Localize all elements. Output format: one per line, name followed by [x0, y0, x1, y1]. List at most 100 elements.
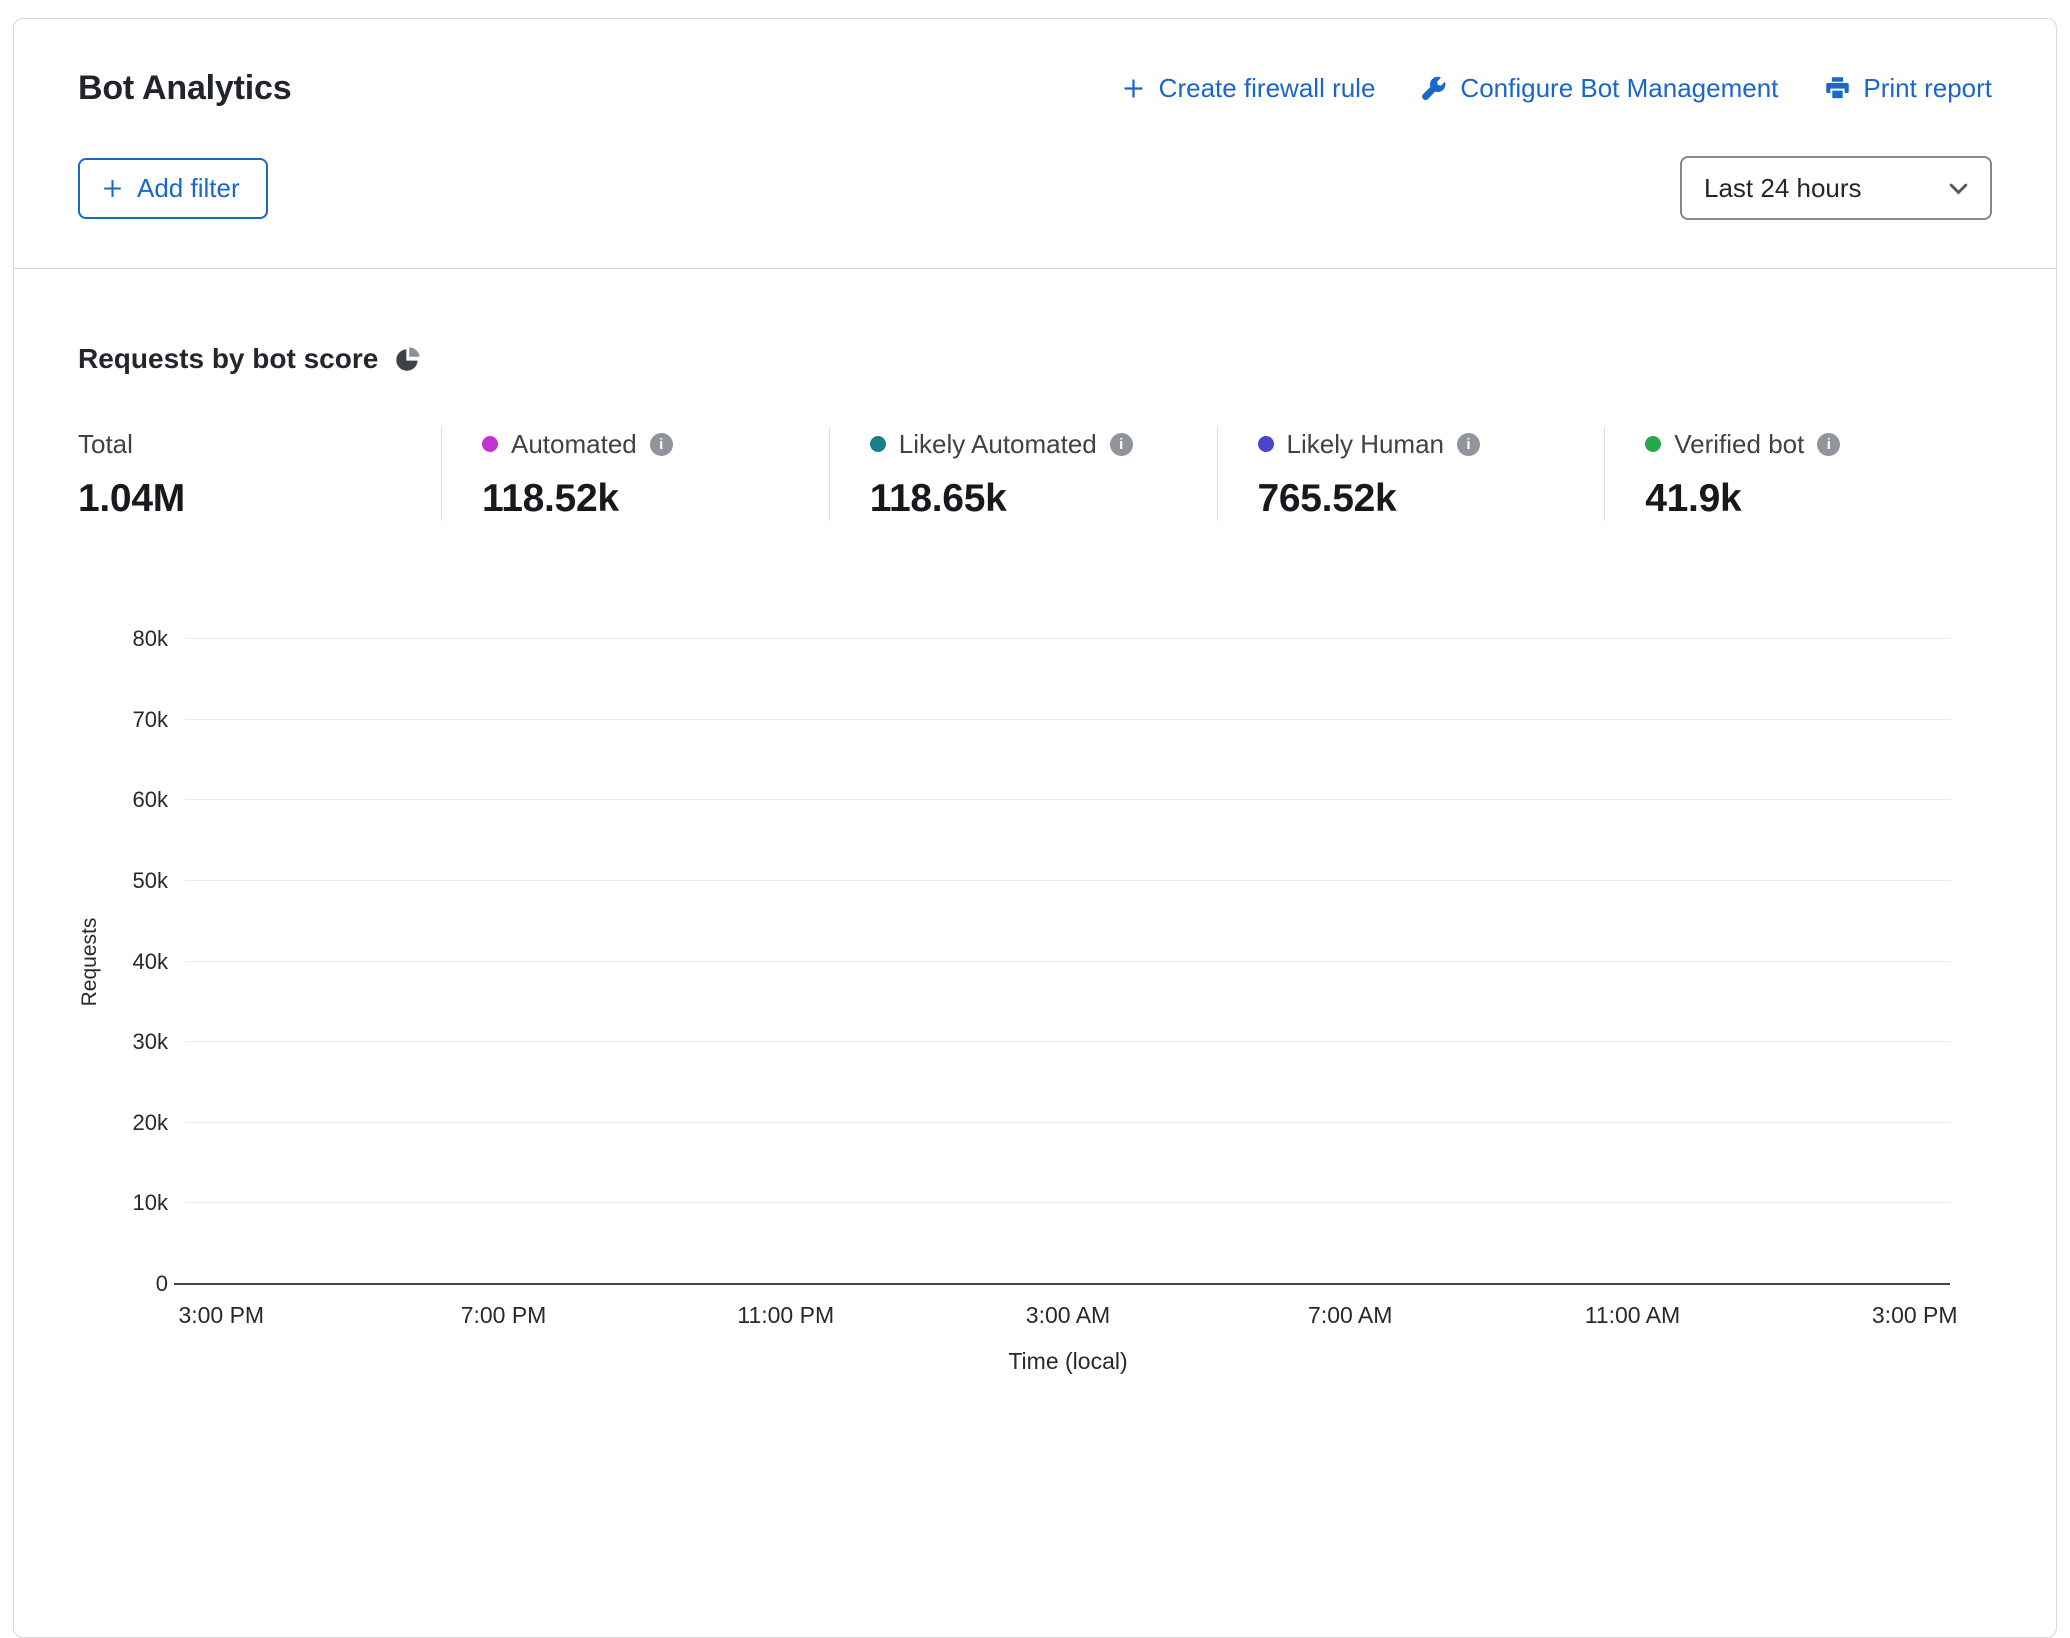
- action-label: Print report: [1863, 73, 1992, 104]
- stat-likely-automated: Likely Automated i 118.65k: [829, 427, 1217, 521]
- pie-chart-icon: [394, 346, 421, 373]
- add-filter-button[interactable]: Add filter: [78, 158, 268, 219]
- stat-value: 118.52k: [482, 477, 829, 521]
- bar-slot: [892, 639, 963, 1284]
- likely-human-legend-dot: [1258, 436, 1274, 452]
- gridline: [186, 719, 1950, 720]
- bar-slot: [468, 639, 539, 1284]
- likely-automated-legend-dot: [870, 436, 886, 452]
- stats-row: Total1.04MAutomatedi118.52kLikely Automa…: [78, 427, 1992, 521]
- gridline: [186, 880, 1950, 881]
- title-row: Bot Analytics Create firewall rule Config…: [78, 69, 1992, 108]
- y-tick-label: 30k: [133, 1029, 168, 1055]
- y-axis-title: Requests: [78, 917, 102, 1006]
- x-tick-label: 11:00 PM: [737, 1302, 834, 1329]
- chart-bars: [186, 639, 1950, 1284]
- plus-icon: [1120, 75, 1147, 102]
- time-range-value: Last 24 hours: [1704, 173, 1862, 204]
- info-icon[interactable]: i: [1457, 433, 1480, 456]
- x-tick-label: 7:00 PM: [461, 1302, 547, 1329]
- section-title: Requests by bot score: [78, 343, 378, 375]
- x-axis-title: Time (local): [1008, 1348, 1127, 1375]
- zero-tick: [174, 1283, 186, 1285]
- stat-label-row: Likely Automated i: [870, 427, 1217, 461]
- time-range-select[interactable]: Last 24 hours: [1680, 156, 1992, 220]
- stat-value: 1.04M: [78, 477, 441, 521]
- bar-slot: [1033, 639, 1104, 1284]
- bar-slot: [327, 639, 398, 1284]
- section-title-row: Requests by bot score: [78, 343, 1992, 375]
- wrench-icon: [1421, 75, 1448, 102]
- y-tick-label: 60k: [133, 787, 168, 813]
- printer-icon: [1824, 75, 1851, 102]
- stat-label: Automated: [511, 429, 637, 460]
- gridline: [186, 1122, 1950, 1123]
- verified-bot-legend-dot: [1645, 436, 1661, 452]
- y-tick-label: 40k: [133, 949, 168, 975]
- gridline: [186, 638, 1950, 639]
- bar-slot: [1809, 639, 1880, 1284]
- bar-slot: [1597, 639, 1668, 1284]
- y-tick-label: 70k: [133, 707, 168, 733]
- y-tick-label: 80k: [133, 626, 168, 652]
- bar-slot: [1668, 639, 1739, 1284]
- page-title: Bot Analytics: [78, 69, 291, 108]
- card-header: Bot Analytics Create firewall rule Config…: [14, 19, 2056, 268]
- stat-label-row: Verified bot i: [1645, 427, 1992, 461]
- bar-slot: [609, 639, 680, 1284]
- print-report-link[interactable]: Print report: [1824, 73, 1992, 104]
- y-tick-label: 0: [156, 1271, 168, 1297]
- x-tick-label: 11:00 AM: [1585, 1302, 1680, 1329]
- bar-slot: [1315, 639, 1386, 1284]
- header-actions: Create firewall rule Configure Bot Manage…: [1120, 73, 1992, 104]
- action-label: Create firewall rule: [1159, 73, 1376, 104]
- x-tick-label: 3:00 PM: [1872, 1302, 1958, 1329]
- gridline: [186, 1202, 1950, 1203]
- x-axis-line: [186, 1283, 1950, 1285]
- info-icon[interactable]: i: [650, 433, 673, 456]
- bar-slot: [680, 639, 751, 1284]
- stat-label: Verified bot: [1674, 429, 1804, 460]
- chevron-down-icon: [1945, 175, 1972, 202]
- gridline: [186, 961, 1950, 962]
- bar-slot: [186, 639, 257, 1284]
- stat-label-row: Total: [78, 427, 441, 461]
- bar-slot: [751, 639, 822, 1284]
- stat-value: 765.52k: [1258, 477, 1605, 521]
- bar-slot: [821, 639, 892, 1284]
- automated-legend-dot: [482, 436, 498, 452]
- add-filter-label: Add filter: [137, 173, 240, 204]
- plus-icon: [100, 176, 125, 201]
- bar-slot: [539, 639, 610, 1284]
- configure-bot-management-link[interactable]: Configure Bot Management: [1421, 73, 1778, 104]
- stat-label-row: Automated i: [482, 427, 829, 461]
- info-icon[interactable]: i: [1817, 433, 1840, 456]
- bar-slot: [1456, 639, 1527, 1284]
- bar-slot: [1738, 639, 1809, 1284]
- action-label: Configure Bot Management: [1460, 73, 1778, 104]
- stat-likely-human: Likely Human i 765.52k: [1217, 427, 1605, 521]
- stat-label-row: Likely Human i: [1258, 427, 1605, 461]
- stat-total: Total 1.04M: [78, 427, 441, 521]
- bar-slot: [1880, 639, 1951, 1284]
- bar-slot: [1386, 639, 1457, 1284]
- bot-analytics-card: Bot Analytics Create firewall rule Config…: [13, 18, 2057, 1638]
- create-firewall-rule-link[interactable]: Create firewall rule: [1120, 73, 1376, 104]
- bar-slot: [1244, 639, 1315, 1284]
- gridline: [186, 799, 1950, 800]
- stat-verified-bot: Verified bot i 41.9k: [1604, 427, 1992, 521]
- stat-label: Likely Human: [1287, 429, 1445, 460]
- x-tick-label: 7:00 AM: [1308, 1302, 1392, 1329]
- bar-slot: [257, 639, 328, 1284]
- stat-value: 41.9k: [1645, 477, 1992, 521]
- stat-automated: Automated i 118.52k: [441, 427, 829, 521]
- y-tick-label: 50k: [133, 868, 168, 894]
- x-tick-label: 3:00 AM: [1026, 1302, 1110, 1329]
- stat-label: Likely Automated: [899, 429, 1097, 460]
- y-tick-label: 20k: [133, 1110, 168, 1136]
- filter-row: Add filter Last 24 hours: [78, 156, 1992, 220]
- requests-chart: Requests Time (local) 010k20k30k40k50k60…: [186, 639, 1950, 1284]
- stat-value: 118.65k: [870, 477, 1217, 521]
- analytics-section: Requests by bot score Total1.04MAutomate…: [14, 268, 2056, 1284]
- info-icon[interactable]: i: [1110, 433, 1133, 456]
